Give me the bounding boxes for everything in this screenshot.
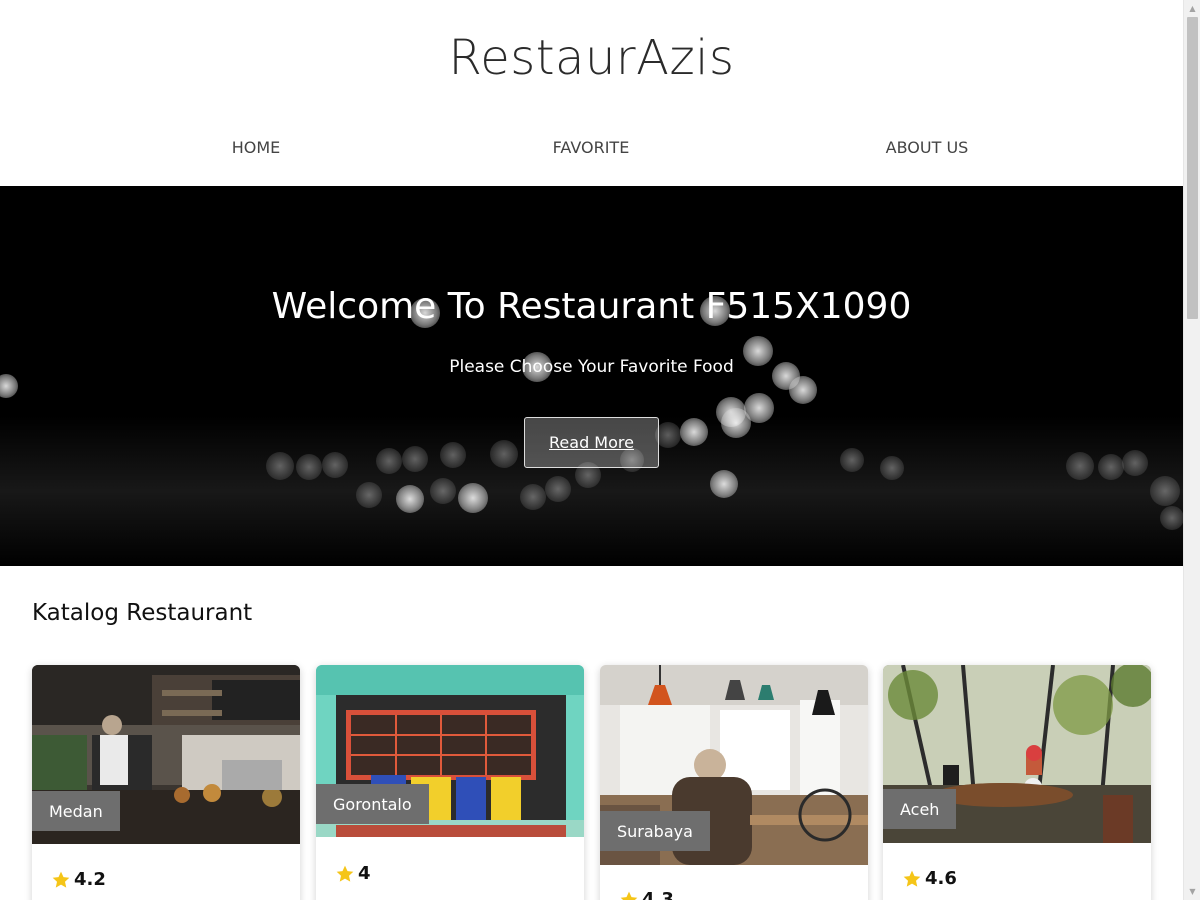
rating: 4.6 [902,868,957,889]
vertical-scrollbar[interactable]: ▲ ▼ [1183,0,1200,900]
hero-title: Welcome To Restaurant F515X1090 [271,286,912,327]
rating-value: 4 [358,863,371,884]
scroll-down-arrow-icon[interactable]: ▼ [1184,883,1200,900]
restaurant-card[interactable]: Surabaya 4.3 [600,665,868,900]
nav-favorite[interactable]: FAVORITE [553,138,630,157]
rating-value: 4.6 [925,868,957,889]
brand-title: RestaurAzis [448,30,735,86]
restaurant-card[interactable]: Medan 4.2 [32,665,300,900]
star-icon [336,865,354,882]
restaurant-card[interactable]: Gorontalo 4 [316,665,584,900]
star-icon [620,891,638,900]
city-badge: Medan [32,791,120,831]
catalog-title: Katalog Restaurant [32,600,253,626]
star-icon [903,870,921,887]
hero-subtitle: Please Choose Your Favorite Food [449,357,734,377]
hero-banner: Welcome To Restaurant F515X1090 Please C… [0,186,1183,566]
nav-about-us[interactable]: ABOUT US [886,138,969,157]
site-header: RestaurAzis HOME FAVORITE ABOUT US [0,0,1183,186]
scroll-up-arrow-icon[interactable]: ▲ [1184,0,1200,17]
rating: 4 [335,863,371,884]
city-badge: Gorontalo [316,784,429,824]
restaurant-card[interactable]: Aceh 4.6 [883,665,1151,900]
rating: 4.2 [51,869,106,890]
rating-value: 4.2 [74,869,106,890]
city-badge: Surabaya [600,811,710,851]
rating: 4.3 [619,889,674,900]
read-more-button[interactable]: Read More [524,417,659,468]
city-badge: Aceh [883,789,957,829]
nav-home[interactable]: HOME [232,138,281,157]
page: RestaurAzis HOME FAVORITE ABOUT US Welco… [0,0,1183,900]
scrollbar-thumb[interactable] [1187,17,1198,319]
rating-value: 4.3 [642,889,674,900]
star-icon [52,871,70,888]
main-nav: HOME FAVORITE ABOUT US [0,138,1183,168]
